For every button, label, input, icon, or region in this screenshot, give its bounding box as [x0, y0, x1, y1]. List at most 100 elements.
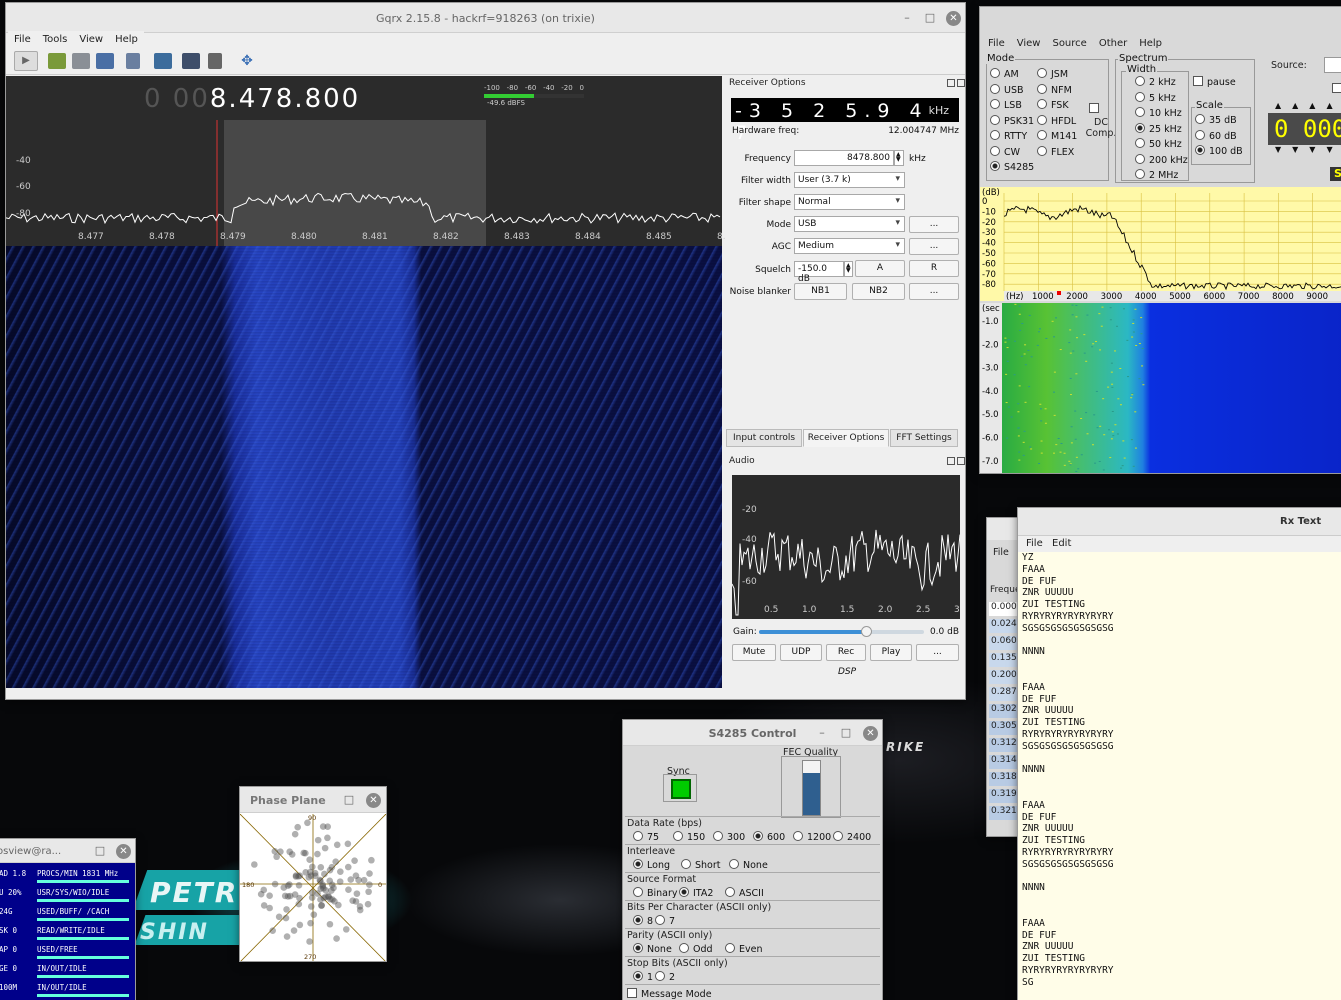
- mute-button[interactable]: Mute: [732, 644, 776, 661]
- radio-stops-2[interactable]: 2: [655, 971, 675, 983]
- squelch-auto-button[interactable]: A: [855, 260, 905, 277]
- source-select[interactable]: [1324, 57, 1341, 73]
- mode-options-button[interactable]: ...: [909, 216, 959, 233]
- mode-radio-jsm[interactable]: JSM: [1037, 68, 1068, 80]
- dock-close-icon[interactable]: [957, 79, 965, 87]
- maximize-button[interactable]: □: [93, 844, 107, 858]
- radio-bpcs-8[interactable]: 8: [633, 915, 653, 927]
- nb1-button[interactable]: NB1: [794, 283, 847, 300]
- tools-icon[interactable]: [208, 53, 222, 69]
- tab-input-controls[interactable]: Input controls: [726, 429, 802, 447]
- maximize-button[interactable]: □: [923, 11, 937, 25]
- menu-source[interactable]: Source: [1046, 35, 1092, 52]
- mode-radio-rtty[interactable]: RTTY: [990, 130, 1027, 142]
- filter-shape-select[interactable]: Normal: [794, 194, 905, 210]
- fullscreen-icon[interactable]: ✥: [238, 53, 256, 69]
- squelch-reset-button[interactable]: R: [909, 260, 959, 277]
- mode-radio-s4285[interactable]: S4285: [990, 161, 1034, 173]
- dock-float-icon[interactable]: [947, 457, 955, 465]
- tab-fft-settings[interactable]: FFT Settings: [890, 429, 958, 447]
- mode-radio-lsb[interactable]: LSB: [990, 99, 1022, 111]
- open-folder-icon[interactable]: [72, 53, 90, 69]
- radio-bpcs-7[interactable]: 7: [655, 915, 675, 927]
- radio-data_rates-75[interactable]: 75: [633, 831, 659, 843]
- option-checkbox[interactable]: [1332, 83, 1341, 95]
- agc-select[interactable]: Medium: [794, 238, 905, 254]
- save-icon[interactable]: [96, 53, 114, 69]
- tab-receiver-options[interactable]: Receiver Options: [803, 429, 889, 447]
- frequency-display[interactable]: 0 008.478.800: [144, 84, 360, 114]
- radio-interleaves-none[interactable]: None: [729, 859, 768, 871]
- frequency-spinner[interactable]: ▲ ▼: [894, 150, 904, 166]
- gain-slider-handle[interactable]: [861, 626, 873, 637]
- maximize-button[interactable]: □: [839, 726, 853, 740]
- audio-waterfall[interactable]: (sec -1.0 -2.0 -3.0 -4.0 -5.0 -6.0 -7.0: [980, 303, 1341, 473]
- radio-parities-none[interactable]: None: [633, 943, 672, 955]
- menu-view[interactable]: View: [1011, 35, 1047, 52]
- audio-options-button[interactable]: ...: [916, 644, 959, 661]
- radio-interleaves-long[interactable]: Long: [633, 859, 670, 871]
- minimize-button[interactable]: –: [900, 11, 914, 25]
- pause-checkbox[interactable]: pause: [1193, 76, 1236, 88]
- freq-up-arrows[interactable]: ▲▲▲▲: [1275, 101, 1341, 110]
- close-button[interactable]: ✕: [863, 726, 878, 741]
- hardware-icon[interactable]: [48, 53, 66, 69]
- rx-text-output[interactable]: YZ FAAA DE FUF ZNR UUUUU ZUI TESTING RYRYRYRY…: [1022, 552, 1341, 988]
- frequency-input[interactable]: 8478.800: [794, 150, 894, 166]
- close-button[interactable]: ✕: [116, 844, 131, 859]
- radio-stops-1[interactable]: 1: [633, 971, 653, 983]
- filter-width-select[interactable]: User (3.7 k): [794, 172, 905, 188]
- radio-formats-ascii[interactable]: ASCII: [725, 887, 764, 899]
- radio-data_rates-600[interactable]: 600: [753, 831, 785, 843]
- filter-passband[interactable]: [224, 120, 486, 246]
- waveform-icon[interactable]: [154, 53, 172, 69]
- mode-select[interactable]: USB: [794, 216, 905, 232]
- squelch-spinner[interactable]: ▲ ▼: [844, 261, 853, 277]
- mode-radio-m141[interactable]: M141: [1037, 130, 1077, 142]
- close-button[interactable]: ✕: [946, 11, 961, 26]
- offset-frequency-display[interactable]: -3 5 2 5.9 4 7 kHz: [731, 98, 959, 144]
- mode-radio-hfdl[interactable]: HFDL: [1037, 115, 1076, 127]
- mode-radio-cw[interactable]: CW: [990, 146, 1020, 158]
- mode-radio-flex[interactable]: FLEX: [1037, 146, 1074, 158]
- scale-radio[interactable]: 100 dB: [1195, 145, 1243, 157]
- radio-interleaves-short[interactable]: Short: [681, 859, 721, 871]
- menu-file[interactable]: File: [993, 547, 1009, 558]
- frequency-column-header[interactable]: Freque: [990, 585, 1021, 595]
- bookmark-icon[interactable]: [126, 53, 140, 69]
- mode-radio-nfm[interactable]: NFM: [1037, 84, 1072, 96]
- message-mode-checkbox[interactable]: Message Mode: [627, 988, 712, 1000]
- audio-fft-plot[interactable]: -20 -40 -60 0.5 1.0 1.5 2.0 2.5 3: [731, 475, 961, 619]
- radio-data_rates-1200[interactable]: 1200: [793, 831, 831, 843]
- radio-formats-binary[interactable]: Binary: [633, 887, 678, 899]
- menu-help[interactable]: Help: [109, 31, 144, 48]
- width-radio[interactable]: 2 MHz: [1135, 169, 1178, 181]
- menu-other[interactable]: Other: [1093, 35, 1133, 52]
- width-radio[interactable]: 200 kHz: [1135, 154, 1188, 166]
- width-radio[interactable]: 50 kHz: [1135, 138, 1182, 150]
- menu-edit[interactable]: Edit: [1052, 538, 1071, 549]
- play-button[interactable]: Play: [870, 644, 912, 661]
- dc-comp-checkbox[interactable]: [1089, 103, 1103, 115]
- gain-slider[interactable]: [759, 626, 924, 637]
- mode-radio-fsk[interactable]: FSK: [1037, 99, 1069, 111]
- dock-float-icon[interactable]: [947, 79, 955, 87]
- udp-button[interactable]: UDP: [780, 644, 822, 661]
- mode-radio-usb[interactable]: USB: [990, 84, 1024, 96]
- spectrum-plot[interactable]: 0 008.478.800 -100 -80 -60 -40 -20 0 -49.6 dB…: [6, 76, 726, 246]
- radio-data_rates-150[interactable]: 150: [673, 831, 705, 843]
- radio-data_rates-2400[interactable]: 2400: [833, 831, 871, 843]
- radio-parities-even[interactable]: Even: [725, 943, 763, 955]
- menu-file[interactable]: File: [8, 31, 37, 48]
- width-radio[interactable]: 5 kHz: [1135, 92, 1176, 104]
- remote-icon[interactable]: [182, 53, 200, 69]
- big-frequency-display[interactable]: 0 000: [1268, 113, 1341, 145]
- mode-radio-am[interactable]: AM: [990, 68, 1019, 80]
- close-button[interactable]: ✕: [366, 793, 381, 808]
- radio-parities-odd[interactable]: Odd: [679, 943, 713, 955]
- menu-help[interactable]: Help: [1133, 35, 1168, 52]
- radio-data_rates-300[interactable]: 300: [713, 831, 745, 843]
- mode-radio-psk31[interactable]: PSK31: [990, 115, 1034, 127]
- scale-radio[interactable]: 35 dB: [1195, 114, 1237, 126]
- radio-formats-ita2[interactable]: ITA2: [679, 887, 713, 899]
